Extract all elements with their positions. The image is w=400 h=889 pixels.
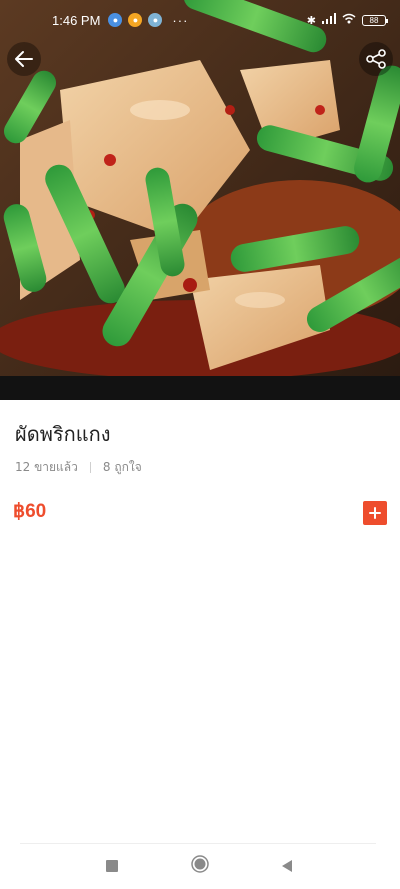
like-count: 8 ถูกใจ [102, 460, 142, 474]
signal-icon [322, 13, 336, 27]
product-name: ผัดพริกแกง [15, 422, 111, 446]
triangle-back-icon [282, 860, 292, 872]
circle-icon [191, 855, 209, 873]
product-stats: 12 ขายแล้ว 8 ถูกใจ [15, 458, 142, 477]
home-button[interactable] [191, 855, 209, 877]
battery-icon: 88 [362, 14, 388, 26]
notification-icon: ● [128, 13, 143, 27]
product-price: ฿60 [13, 501, 47, 522]
back-button[interactable] [7, 42, 41, 76]
more-notifications-icon: ··· [172, 12, 189, 28]
arrow-left-icon [15, 51, 33, 67]
share-button[interactable] [359, 42, 393, 76]
bluetooth-icon: ✱ [306, 14, 316, 27]
share-icon [366, 49, 386, 69]
image-bottom-band [0, 376, 400, 400]
status-time: 1:46 PM [52, 12, 101, 28]
notification-icon: ● [108, 13, 123, 27]
plus-icon [369, 507, 381, 519]
status-bar: 1:46 PM ● ● ● ··· ✱ 88 [0, 0, 400, 40]
sold-count: 12 ขายแล้ว [15, 460, 78, 474]
add-to-cart-button[interactable] [363, 501, 387, 525]
nav-back-button[interactable] [280, 858, 294, 877]
square-icon [106, 860, 118, 872]
product-image [0, 0, 400, 400]
notification-icon: ● [148, 13, 163, 27]
stats-divider [89, 462, 91, 473]
system-nav-bar [0, 844, 400, 889]
recents-button[interactable] [105, 858, 119, 877]
wifi-icon [342, 13, 356, 27]
